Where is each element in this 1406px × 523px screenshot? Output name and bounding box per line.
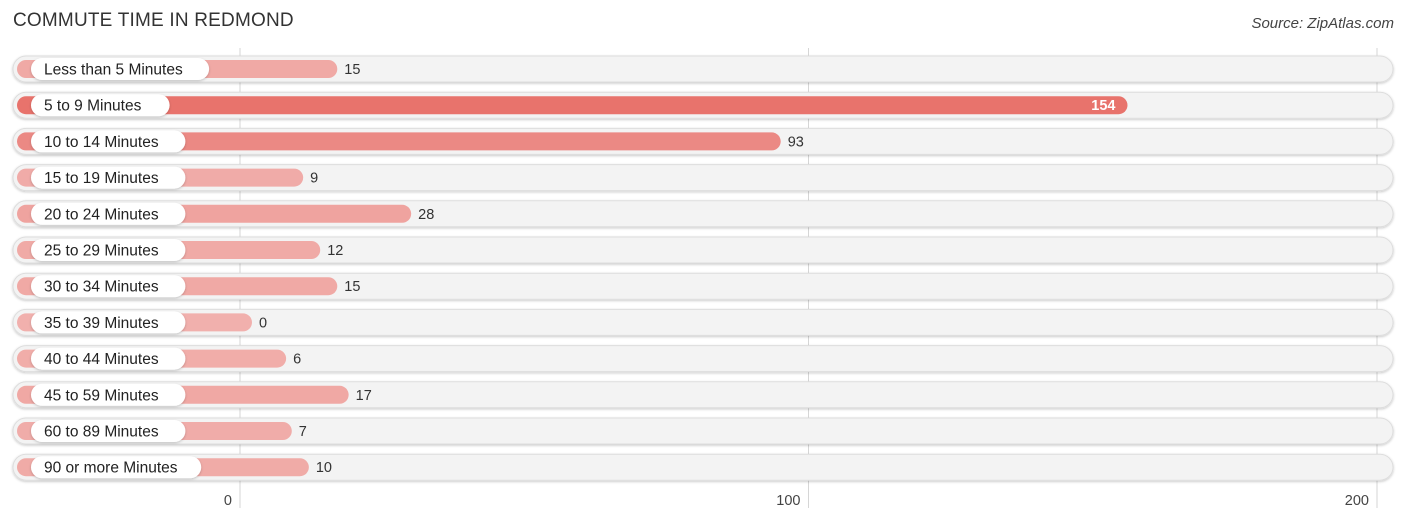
bar-row: 40 to 44 Minutes 6 [12,345,1394,373]
bar-row: 10 to 14 Minutes 93 [12,127,1394,155]
x-tick-label: 0 [224,493,232,509]
bar-row: 25 to 29 Minutes 12 [12,236,1394,264]
category-label: 35 to 39 Minutes [44,315,159,332]
bar-row: Less than 5 Minutes 15 [12,55,1394,83]
value-label: 6 [293,352,301,368]
value-label: 9 [310,171,318,187]
value-label: 10 [316,460,332,476]
bar-row: 60 to 89 Minutes 7 [12,417,1394,445]
bar-row: 35 to 39 Minutes 0 [12,308,1394,336]
bar-row: 20 to 24 Minutes 28 [12,200,1394,228]
category-label: 60 to 89 Minutes [44,424,159,441]
bar-chart: Less than 5 Minutes 15 5 to 9 Minutes 154 10… [12,48,1394,509]
category-label: 40 to 44 Minutes [44,351,159,368]
value-label: 12 [327,243,343,259]
category-label: 25 to 29 Minutes [44,243,159,260]
bar[interactable] [17,96,1128,115]
value-label: 15 [344,62,360,78]
category-label: 5 to 9 Minutes [44,98,142,115]
x-tick-label: 200 [1345,493,1369,509]
bar-row: 5 to 9 Minutes 154 [12,91,1394,119]
value-label: 28 [418,207,434,223]
value-label: 0 [259,315,267,331]
category-label: 45 to 59 Minutes [44,387,159,404]
bar-row: 15 to 19 Minutes 9 [12,164,1394,192]
category-label: 15 to 19 Minutes [44,170,159,187]
bar-row: 45 to 59 Minutes 17 [12,381,1394,409]
category-label: 10 to 14 Minutes [44,134,159,151]
value-label: 15 [344,279,360,295]
x-tick-label: 100 [776,493,800,509]
value-label: 7 [299,424,307,440]
category-label: 20 to 24 Minutes [44,206,159,223]
category-label: 30 to 34 Minutes [44,279,159,296]
category-label: 90 or more Minutes [44,460,178,477]
value-label: 154 [1091,98,1115,114]
category-label: Less than 5 Minutes [44,62,183,79]
bar-row: 30 to 34 Minutes 15 [12,272,1394,300]
value-label: 93 [788,134,804,150]
bar-row: 90 or more Minutes 10 [12,453,1394,481]
value-label: 17 [356,388,372,404]
